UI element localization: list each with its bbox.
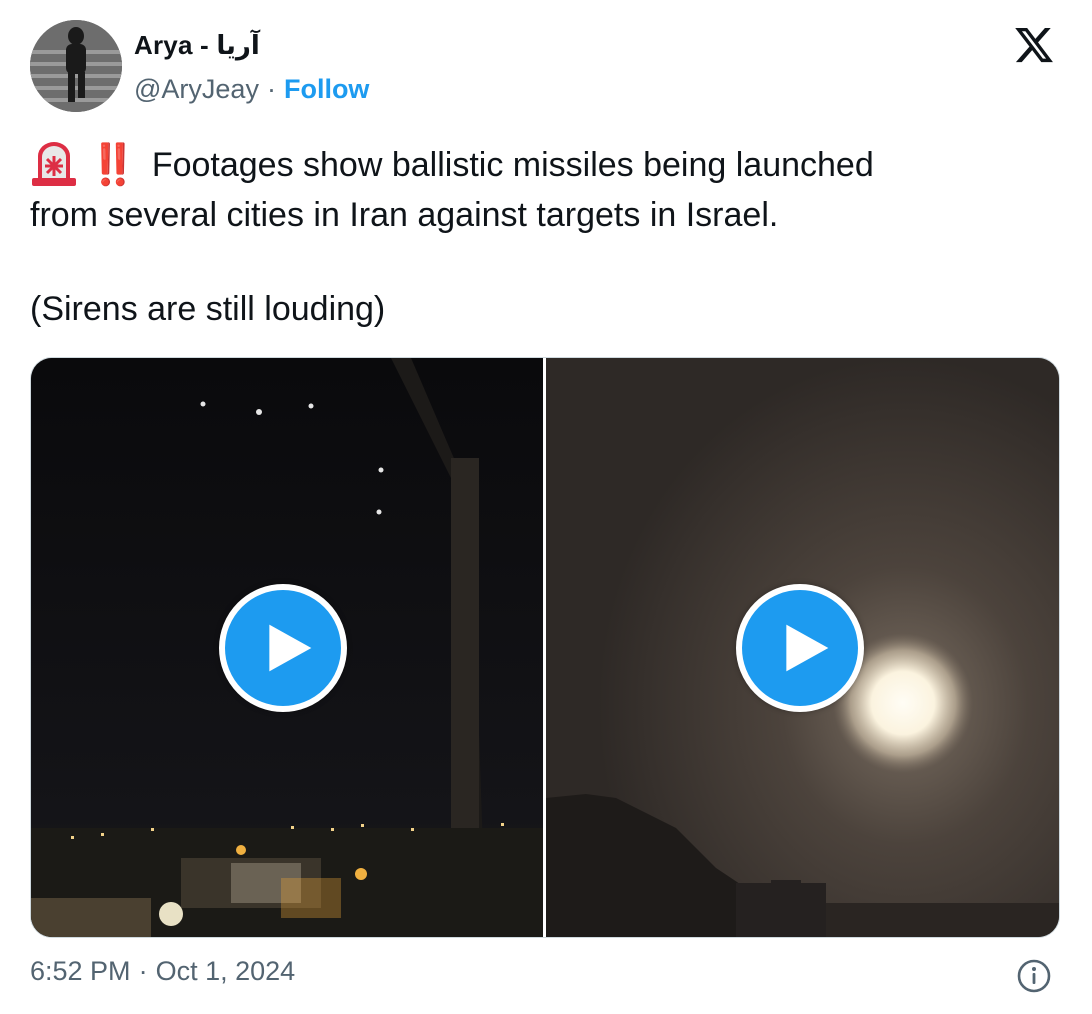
author-handle[interactable]: @AryJeay	[134, 74, 259, 105]
timestamp-time[interactable]: 6:52 PM	[30, 956, 131, 987]
tweet-line-1-text: Footages show ballistic missiles being l…	[151, 146, 874, 184]
play-icon[interactable]	[736, 584, 864, 712]
video-thumbnail-1[interactable]	[31, 358, 543, 937]
tweet-timestamp[interactable]: 6:52 PM · Oct 1, 2024	[30, 956, 295, 987]
tweet-text-line-2: from several cities in Iran against targ…	[30, 190, 1050, 240]
tweet-text-line-3: (Sirens are still louding)	[30, 284, 1050, 334]
author-name-row: Arya - آریا	[134, 30, 260, 61]
tweet-line-2-text: from several cities in Iran against targ…	[30, 196, 779, 234]
tweet-text: ‼️ Footages show ballistic missiles bein…	[30, 140, 1050, 334]
handle-separator: ·	[266, 74, 276, 104]
media-grid	[30, 357, 1060, 938]
x-logo-icon[interactable]	[1012, 24, 1056, 66]
info-icon[interactable]	[1016, 958, 1052, 994]
play-icon[interactable]	[219, 584, 347, 712]
follow-button[interactable]: Follow	[284, 74, 369, 105]
siren-emoji-icon	[30, 142, 78, 188]
timestamp-date[interactable]: Oct 1, 2024	[156, 956, 296, 987]
avatar[interactable]	[30, 20, 122, 112]
author-display-name[interactable]: Arya - آریا	[134, 30, 260, 61]
author-handle-row: @AryJeay · Follow	[134, 74, 369, 105]
tweet-embed-card: Arya - آریا @AryJeay · Follow ‼️ Footage…	[0, 0, 1092, 1014]
double-exclamation-emoji: ‼️	[88, 143, 138, 187]
tweet-text-line-1: ‼️ Footages show ballistic missiles bein…	[30, 140, 1050, 190]
timestamp-separator: ·	[138, 956, 148, 986]
video-thumbnail-2[interactable]	[546, 358, 1059, 937]
tweet-line-3-text: (Sirens are still louding)	[30, 290, 386, 328]
